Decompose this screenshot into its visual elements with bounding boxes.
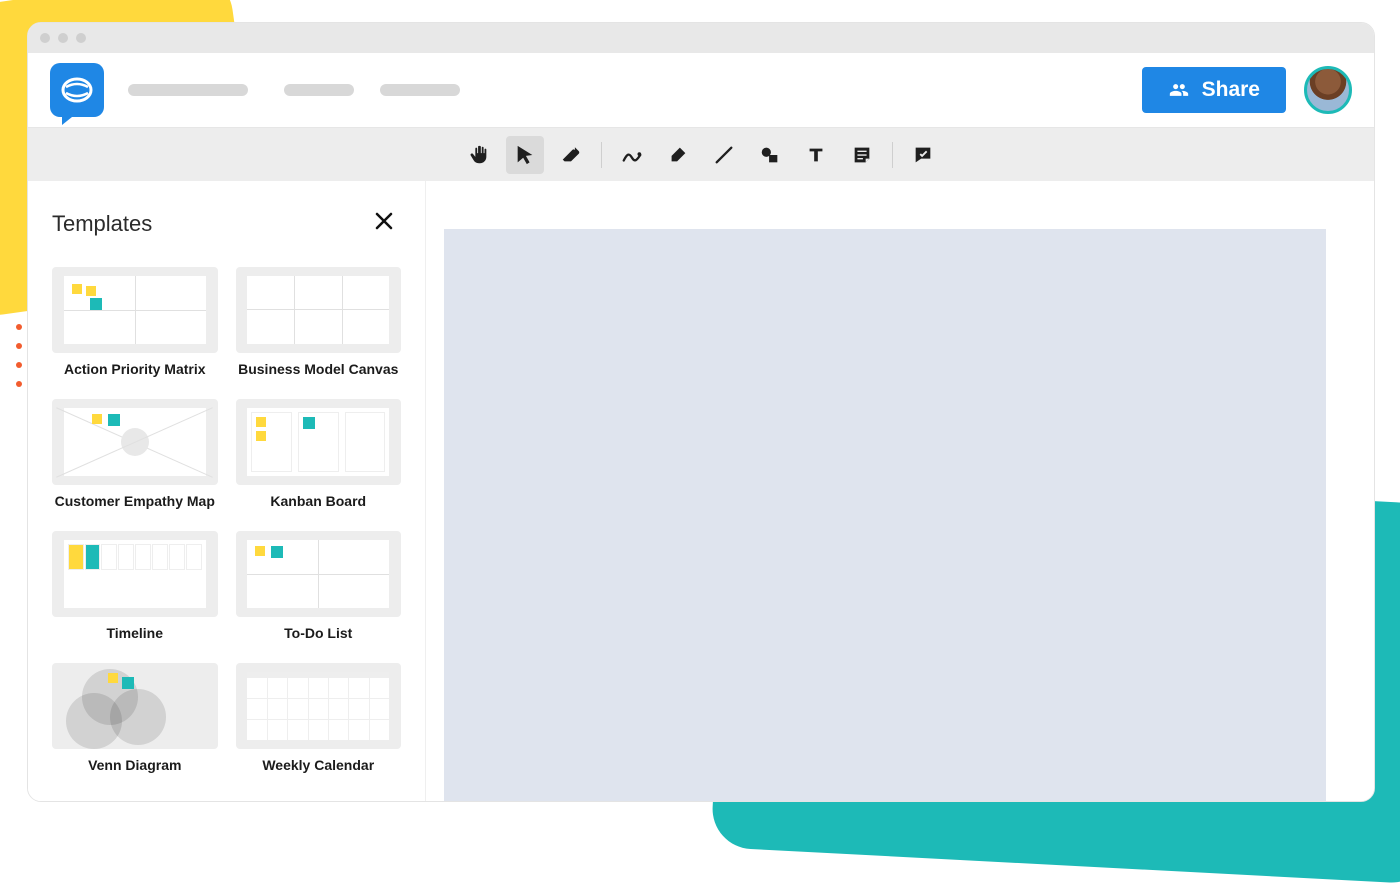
app-logo[interactable] xyxy=(50,63,104,117)
comment-tool[interactable] xyxy=(904,136,942,174)
note-tool[interactable] xyxy=(843,136,881,174)
template-customer-empathy-map[interactable]: Customer Empathy Map xyxy=(52,399,218,509)
window-control-zoom[interactable] xyxy=(76,33,86,43)
select-tool[interactable] xyxy=(506,136,544,174)
marker-icon xyxy=(667,144,689,166)
template-thumbnail xyxy=(52,399,218,485)
user-avatar[interactable] xyxy=(1304,66,1352,114)
shape-tool[interactable] xyxy=(751,136,789,174)
canvas-area[interactable] xyxy=(426,181,1374,801)
template-thumbnail xyxy=(236,531,402,617)
close-icon xyxy=(372,209,396,233)
template-thumbnail xyxy=(236,267,402,353)
close-panel-button[interactable] xyxy=(367,207,401,241)
template-timeline[interactable]: Timeline xyxy=(52,531,218,641)
toolbar-divider xyxy=(601,142,602,168)
template-to-do-list[interactable]: To-Do List xyxy=(236,531,402,641)
pen-icon xyxy=(621,144,643,166)
text-icon xyxy=(805,144,827,166)
template-label: Timeline xyxy=(52,625,218,641)
template-weekly-calendar[interactable]: Weekly Calendar xyxy=(236,663,402,773)
breadcrumb-placeholder xyxy=(284,84,354,96)
template-label: Action Priority Matrix xyxy=(52,361,218,377)
eraser-tool[interactable] xyxy=(552,136,590,174)
breadcrumb-placeholder xyxy=(380,84,460,96)
template-grid: Action Priority Matrix Business Model Ca… xyxy=(52,267,401,773)
templates-panel: Templates Action Priority Matrix xyxy=(28,181,426,801)
shape-icon xyxy=(759,144,781,166)
line-tool[interactable] xyxy=(705,136,743,174)
toolbar xyxy=(28,127,1374,181)
text-tool[interactable] xyxy=(797,136,835,174)
template-label: Weekly Calendar xyxy=(236,757,402,773)
toolbar-divider xyxy=(892,142,893,168)
template-label: Kanban Board xyxy=(236,493,402,509)
template-label: To-Do List xyxy=(236,625,402,641)
comment-icon xyxy=(912,144,934,166)
note-icon xyxy=(851,144,873,166)
template-thumbnail xyxy=(236,663,402,749)
share-button[interactable]: Share xyxy=(1142,67,1286,113)
eraser-icon xyxy=(560,144,582,166)
template-label: Venn Diagram xyxy=(52,757,218,773)
app-header: Share xyxy=(28,53,1374,127)
pen-tool[interactable] xyxy=(613,136,651,174)
app-window: Share xyxy=(27,22,1375,802)
template-label: Customer Empathy Map xyxy=(52,493,218,509)
template-venn-diagram[interactable]: Venn Diagram xyxy=(52,663,218,773)
hand-tool[interactable] xyxy=(460,136,498,174)
hand-icon xyxy=(468,144,490,166)
window-titlebar xyxy=(28,23,1374,53)
window-control-minimize[interactable] xyxy=(58,33,68,43)
canvas-placeholder xyxy=(444,229,1326,801)
marker-tool[interactable] xyxy=(659,136,697,174)
template-thumbnail xyxy=(52,663,218,749)
templates-title: Templates xyxy=(52,211,152,237)
line-icon xyxy=(713,144,735,166)
content-area: Templates Action Priority Matrix xyxy=(28,181,1374,801)
people-icon xyxy=(1168,80,1190,100)
template-label: Business Model Canvas xyxy=(236,361,402,377)
template-business-model-canvas[interactable]: Business Model Canvas xyxy=(236,267,402,377)
template-thumbnail xyxy=(52,531,218,617)
share-button-label: Share xyxy=(1202,78,1260,102)
cursor-icon xyxy=(514,144,536,166)
breadcrumb-placeholder xyxy=(128,84,248,96)
template-kanban-board[interactable]: Kanban Board xyxy=(236,399,402,509)
template-thumbnail xyxy=(236,399,402,485)
template-action-priority-matrix[interactable]: Action Priority Matrix xyxy=(52,267,218,377)
window-control-close[interactable] xyxy=(40,33,50,43)
template-thumbnail xyxy=(52,267,218,353)
